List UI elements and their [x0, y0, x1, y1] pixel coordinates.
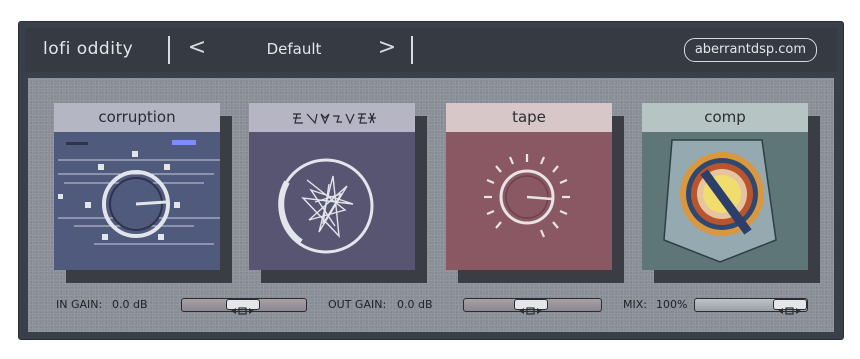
- glitch-knob-icon: [278, 158, 374, 254]
- out-gain-value: 0.0 dB: [397, 298, 433, 311]
- module-panel: corruption tape comp IN GAIN: 0.0 dB OUT…: [28, 78, 834, 332]
- comp-knob[interactable]: [642, 132, 808, 270]
- in-gain-label: IN GAIN:: [56, 298, 103, 311]
- chevron-left-icon: <: [187, 35, 207, 60]
- plugin-window: lofi oddity < Default > aberrantdsp.com …: [19, 22, 843, 339]
- in-gain-slider-thumb[interactable]: [226, 299, 260, 315]
- comp-header[interactable]: comp: [642, 103, 808, 132]
- mix-slider-thumb[interactable]: [773, 299, 807, 315]
- slider-handle-icon: [231, 307, 254, 315]
- out-gain-slider[interactable]: [463, 298, 602, 315]
- header-bar: lofi oddity < Default > aberrantdsp.com: [25, 28, 837, 72]
- corruption-knob-icon: [58, 140, 220, 245]
- glitch-title-glyph: [293, 112, 376, 125]
- slider-handle-icon: [519, 307, 542, 315]
- corruption-header[interactable]: corruption: [54, 103, 220, 132]
- glitch-header[interactable]: [249, 103, 415, 132]
- tape-knob[interactable]: [446, 132, 612, 270]
- comp-knob-icon: [663, 139, 777, 263]
- divider: [411, 36, 413, 64]
- corruption-knob[interactable]: [54, 132, 220, 270]
- glitch-module: [249, 103, 427, 283]
- chevron-right-icon: >: [377, 35, 397, 60]
- mix-label: MIX:: [623, 298, 647, 311]
- preset-name[interactable]: Default: [239, 40, 349, 58]
- website-link-button[interactable]: aberrantdsp.com: [683, 38, 817, 62]
- corruption-module: corruption: [54, 103, 232, 283]
- out-gain-label: OUT GAIN:: [328, 298, 387, 311]
- tape-header[interactable]: tape: [446, 103, 612, 132]
- out-gain-slider-thumb[interactable]: [514, 299, 548, 315]
- in-gain-value: 0.0 dB: [112, 298, 148, 311]
- next-preset-button[interactable]: >: [375, 35, 399, 60]
- glitch-knob[interactable]: [249, 132, 415, 270]
- slider-handle-icon: [778, 307, 801, 315]
- divider: [168, 36, 170, 64]
- prev-preset-button[interactable]: <: [185, 35, 209, 60]
- in-gain-slider[interactable]: [181, 298, 307, 315]
- gain-controls: IN GAIN: 0.0 dB OUT GAIN: 0.0 dB MIX: 10…: [28, 296, 834, 316]
- comp-module: comp: [642, 103, 820, 283]
- tape-module: tape: [446, 103, 624, 283]
- tape-knob-icon: [484, 154, 570, 238]
- plugin-title: lofi oddity: [43, 39, 134, 59]
- mix-value: 100%: [656, 298, 688, 311]
- mix-slider[interactable]: [694, 298, 808, 315]
